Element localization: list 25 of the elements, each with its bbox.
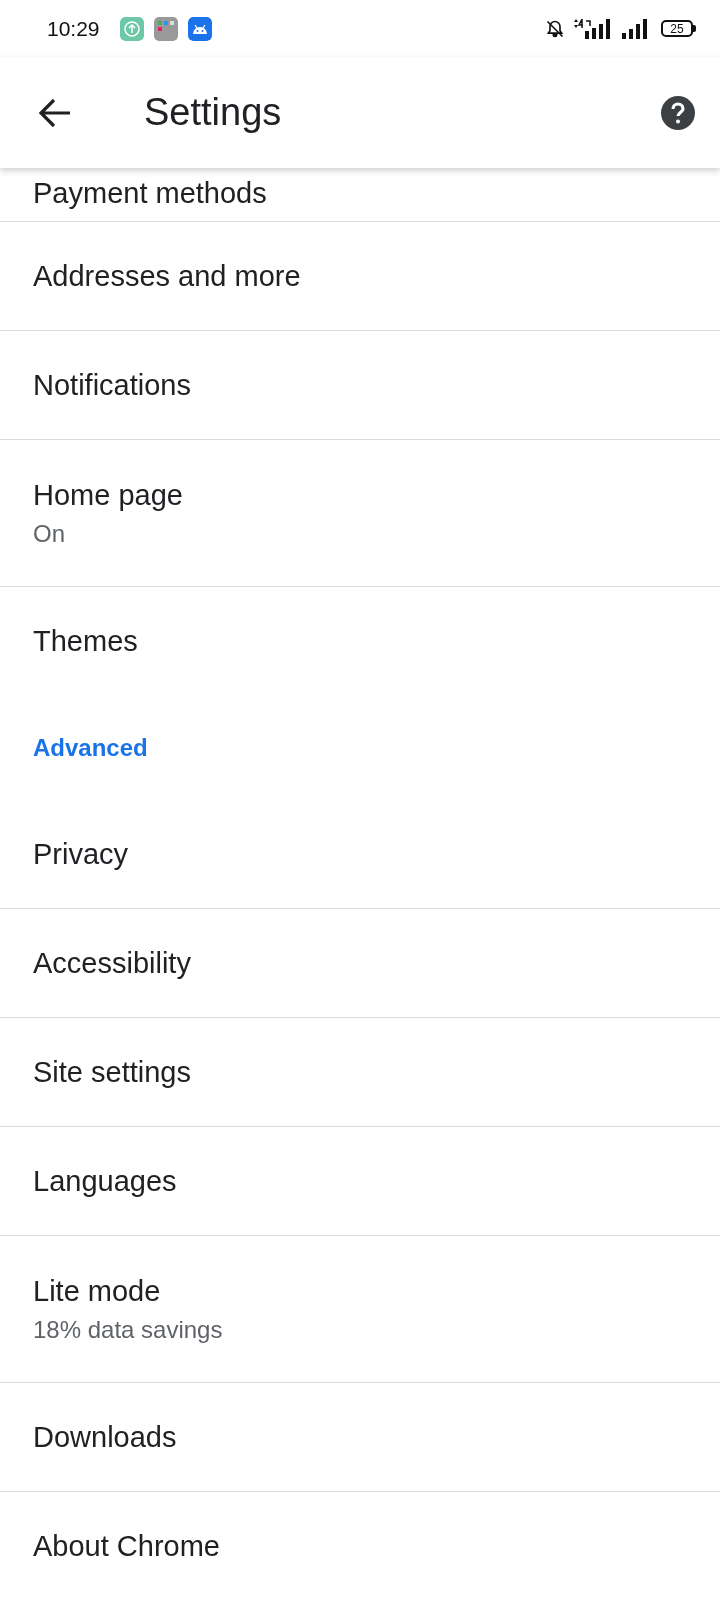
setting-title[interactable]: Notifications: [33, 367, 687, 403]
setting-title[interactable]: Accessibility: [33, 945, 687, 981]
setting-title[interactable]: Lite mode: [33, 1273, 687, 1309]
upload-app-icon: [119, 16, 144, 41]
setting-title[interactable]: Downloads: [33, 1419, 687, 1455]
signal-icon: [621, 17, 649, 40]
setting-title[interactable]: Home page: [33, 477, 687, 513]
setting-title[interactable]: Privacy: [33, 836, 687, 872]
setting-title[interactable]: Addresses and more: [33, 258, 687, 294]
setting-title: Payment methods: [33, 176, 267, 211]
status-time: 10:29: [47, 16, 100, 41]
battery-icon: 25: [661, 20, 693, 37]
setting-title[interactable]: Languages: [33, 1163, 687, 1199]
page-title: Settings: [144, 91, 283, 134]
setting-summary: On: [33, 519, 66, 549]
android-app-icon: [187, 16, 212, 41]
mobile-signal-icon: [573, 17, 611, 40]
app-folder-icon: [153, 16, 178, 41]
section-header: Advanced: [33, 733, 148, 762]
help-button[interactable]: [660, 93, 698, 132]
setting-summary: 18% data savings: [33, 1315, 224, 1345]
bell-off-icon: [545, 18, 565, 39]
setting-title[interactable]: Themes: [33, 623, 687, 659]
setting-title[interactable]: Site settings: [33, 1054, 687, 1090]
setting-title[interactable]: About Chrome: [33, 1528, 687, 1564]
